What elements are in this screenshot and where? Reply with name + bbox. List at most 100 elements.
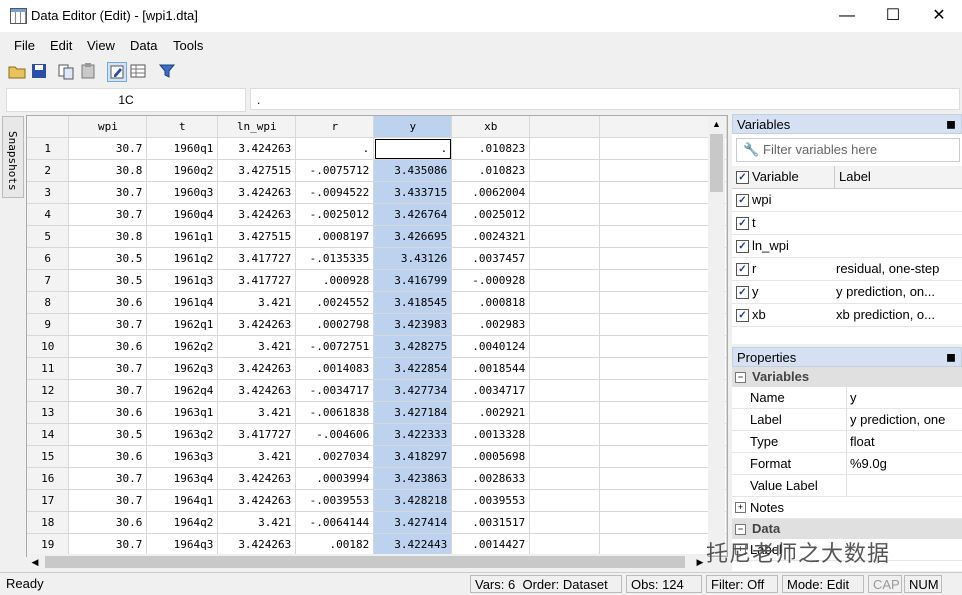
close-button[interactable]: ✕ [916,0,962,32]
scroll-up-arrow-icon[interactable]: ▲ [708,116,725,132]
row-number[interactable]: 17 [27,489,70,512]
cell-empty[interactable] [529,489,601,512]
cell-ln_wpi[interactable]: 3.424263 [217,467,297,490]
paste-icon[interactable] [79,62,97,80]
cell-r[interactable]: -.0072751 [295,335,375,358]
cell-t[interactable]: 1961q3 [146,269,219,292]
row-number[interactable]: 7 [27,269,70,292]
property-value[interactable]: float [850,431,950,452]
cell-xb[interactable]: .0034717 [451,379,531,402]
cell-y[interactable]: 3.422854 [373,357,453,380]
cell-empty[interactable] [529,401,601,424]
cell-y[interactable]: . [373,137,453,160]
cell-xb[interactable]: .0014427 [451,533,531,556]
data-grid[interactable]: wpi t ln_wpi r y xb 1 30.7 1960q1 3.424263.. .010… [26,115,728,557]
column-header-empty[interactable] [529,116,601,138]
cell-wpi[interactable]: 30.5 [68,269,148,292]
cell-xb[interactable]: .0062004 [451,181,531,204]
variable-visible-checkbox[interactable]: ✓ [736,263,749,276]
row-number[interactable]: 5 [27,225,70,248]
cell-y[interactable]: 3.423863 [373,467,453,490]
cell-r[interactable]: -.0135335 [295,247,375,270]
copy-icon[interactable] [57,62,75,80]
cell-r[interactable]: -.0064144 [295,511,375,534]
property-value[interactable]: y prediction, one [850,409,950,430]
cell-empty[interactable] [529,357,601,380]
cell-empty[interactable] [529,467,601,490]
row-number[interactable]: 15 [27,445,70,468]
cell-ln_wpi[interactable]: 3.421 [217,511,297,534]
column-header-xb[interactable]: xb [451,116,531,138]
property-row-type[interactable]: Type float [732,431,962,453]
cell-xb[interactable]: .000818 [451,291,531,314]
cell-ln_wpi[interactable]: 3.417727 [217,423,297,446]
property-value[interactable]: y [850,387,950,408]
cell-xb[interactable]: .0037457 [451,247,531,270]
cell-y[interactable]: 3.428218 [373,489,453,512]
row-number[interactable]: 1 [27,137,70,160]
vertical-scroll-thumb[interactable] [710,134,723,192]
pin-icon[interactable]: ◼ [946,347,956,367]
cell-t[interactable]: 1962q3 [146,357,219,380]
cell-y[interactable]: 3.422333 [373,423,453,446]
variable-visible-checkbox[interactable]: ✓ [736,194,749,207]
variable-row-xb[interactable]: ✓ xb xb prediction, o... [732,304,962,327]
cell-y[interactable]: 3.418297 [373,445,453,468]
cell-r[interactable]: .0024552 [295,291,375,314]
cell-ln_wpi[interactable]: 3.421 [217,335,297,358]
menu-file[interactable]: File [14,38,35,53]
cell-ln_wpi[interactable]: 3.427515 [217,159,297,182]
cell-r[interactable]: -.0094522 [295,181,375,204]
horizontal-scrollbar[interactable]: ◀ ▶ [27,554,708,570]
cell-y[interactable]: 3.427734 [373,379,453,402]
property-row-value-label[interactable]: Value Label [732,475,962,497]
cell-r[interactable]: .0014083 [295,357,375,380]
cell-y[interactable]: 3.43126 [373,247,453,270]
cell-empty[interactable] [529,181,601,204]
cell-r[interactable]: .0003994 [295,467,375,490]
filter-variables-input[interactable]: 🔧 Filter variables here [736,138,960,162]
cell-empty[interactable] [529,137,601,160]
cell-r[interactable]: .00182 [295,533,375,556]
cell-ln_wpi[interactable]: 3.417727 [217,247,297,270]
property-row-format[interactable]: Format %9.0g [732,453,962,475]
row-number[interactable]: 2 [27,159,70,182]
variable-row-y[interactable]: ✓ y y prediction, on... [732,281,962,304]
open-folder-icon[interactable] [8,62,26,80]
cell-ln_wpi[interactable]: 3.421 [217,445,297,468]
cell-ln_wpi[interactable]: 3.424263 [217,357,297,380]
cell-r[interactable]: -.004606 [295,423,375,446]
cell-empty[interactable] [529,445,601,468]
cell-t[interactable]: 1960q4 [146,203,219,226]
cell-xb[interactable]: .0024321 [451,225,531,248]
cell-y[interactable]: 3.426695 [373,225,453,248]
scroll-left-arrow-icon[interactable]: ◀ [27,554,43,570]
row-number[interactable]: 10 [27,335,70,358]
cell-wpi[interactable]: 30.6 [68,335,148,358]
variable-column-header[interactable]: Variable [752,166,799,188]
cell-y[interactable]: 3.428275 [373,335,453,358]
column-header-ln_wpi[interactable]: ln_wpi [217,116,297,138]
row-number[interactable]: 13 [27,401,70,424]
cell-xb[interactable]: .002983 [451,313,531,336]
menu-view[interactable]: View [87,38,115,53]
cell-ln_wpi[interactable]: 3.424263 [217,313,297,336]
select-all-checkbox[interactable]: ✓ [736,171,749,184]
collapse-icon[interactable]: − [735,524,746,535]
cell-r[interactable]: -.0075712 [295,159,375,182]
property-row-notes[interactable]: + Notes [732,497,962,519]
cell-ln_wpi[interactable]: 3.424263 [217,533,297,556]
cell-r[interactable]: .0008197 [295,225,375,248]
cell-xb[interactable]: .010823 [451,159,531,182]
properties-group-variables[interactable]: − Variables [732,367,962,387]
row-number[interactable]: 3 [27,181,70,204]
cell-t[interactable]: 1960q1 [146,137,219,160]
cell-y[interactable]: 3.433715 [373,181,453,204]
cell-wpi[interactable]: 30.5 [68,247,148,270]
cell-t[interactable]: 1964q3 [146,533,219,556]
cell-ln_wpi[interactable]: 3.424263 [217,489,297,512]
cell-empty[interactable] [529,423,601,446]
cell-xb[interactable]: .010823 [451,137,531,160]
cell-r[interactable]: -.0039553 [295,489,375,512]
cell-ln_wpi[interactable]: 3.421 [217,291,297,314]
